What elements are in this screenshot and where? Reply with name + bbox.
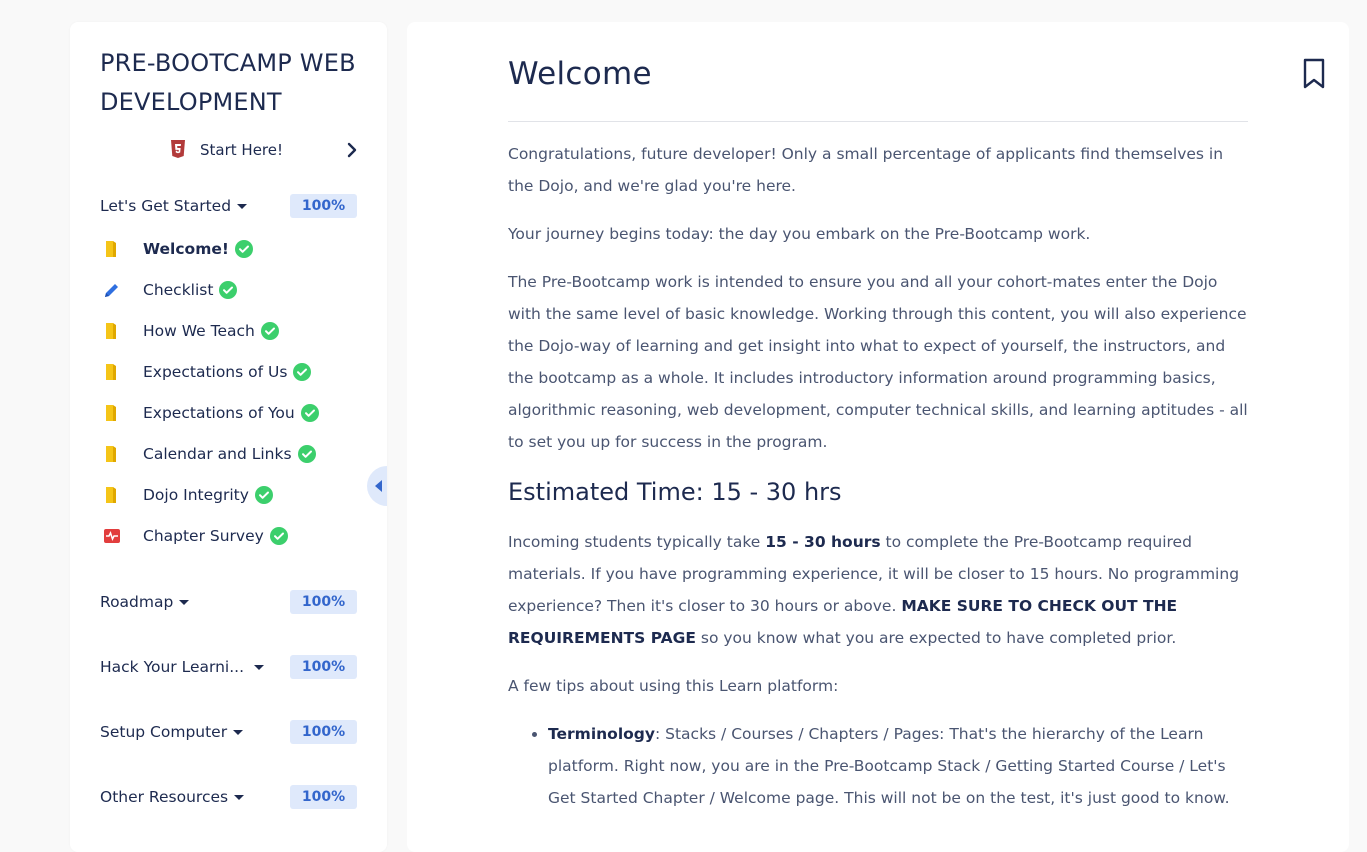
caret-left-icon (375, 480, 382, 492)
page-label: Expectations of Us (143, 363, 288, 381)
check-circle-icon (293, 363, 312, 381)
page-label: Dojo Integrity (143, 486, 249, 504)
survey-icon (103, 527, 120, 545)
page-item-calendar-and-links[interactable]: Calendar and Links (103, 445, 316, 463)
chapter-label: Other Resources (100, 788, 245, 806)
paragraph: Incoming students typically take 15 - 30… (508, 533, 1240, 647)
paragraph: The Pre-Bootcamp work is intended to ens… (508, 273, 1248, 451)
page-item-checklist[interactable]: Checklist (103, 281, 238, 299)
check-circle-icon (219, 281, 238, 299)
book-icon (103, 404, 119, 422)
start-here-link[interactable]: Start Here! (170, 140, 283, 159)
check-circle-icon (254, 486, 273, 504)
caret-down-icon (233, 729, 244, 735)
page-title: Welcome (508, 56, 652, 92)
page-label: Checklist (143, 281, 214, 299)
html5-icon (170, 140, 186, 159)
book-icon (103, 445, 119, 463)
check-circle-icon (300, 404, 319, 422)
chapter-setup-computer[interactable]: Setup Computer 100% (100, 720, 357, 744)
chevron-right-icon[interactable] (342, 139, 362, 161)
progress-badge: 100% (290, 655, 357, 679)
paragraph: Congratulations, future developer! Only … (508, 145, 1224, 195)
page-item-welcome[interactable]: Welcome! (103, 240, 253, 258)
page-item-chapter-survey[interactable]: Chapter Survey (103, 527, 288, 545)
course-title: PRE-BOOTCAMP WEB DEVELOPMENT (100, 49, 356, 116)
book-icon (103, 363, 119, 381)
book-icon (103, 240, 119, 258)
article-body: Congratulations, future developer! Only … (508, 138, 1248, 814)
chapter-roadmap[interactable]: Roadmap 100% (100, 590, 357, 614)
page-item-dojo-integrity[interactable]: Dojo Integrity (103, 486, 273, 504)
caret-down-icon (237, 203, 248, 209)
page-label: Calendar and Links (143, 445, 292, 463)
check-circle-icon (269, 527, 288, 545)
page-item-how-we-teach[interactable]: How We Teach (103, 322, 279, 340)
progress-badge: 100% (290, 590, 357, 614)
course-sidebar: PRE-BOOTCAMP WEB DEVELOPMENT Start Here!… (70, 22, 387, 852)
book-icon (103, 322, 119, 340)
caret-down-icon (234, 794, 245, 800)
paragraph: A few tips about using this Learn platfo… (508, 677, 839, 695)
book-icon (103, 486, 119, 504)
page-label: Chapter Survey (143, 527, 264, 545)
chapter-label: Hack Your Learni... (100, 658, 265, 676)
pencil-icon (103, 281, 119, 299)
list-item: Terminology: Stacks / Courses / Chapters… (548, 718, 1248, 814)
caret-down-icon (179, 599, 190, 605)
title-divider (508, 121, 1248, 122)
chapter-label: Setup Computer (100, 723, 244, 741)
chapter-label: Let's Get Started (100, 197, 248, 215)
main-content: Welcome Congratulations, future develope… (407, 22, 1349, 852)
progress-badge: 100% (290, 720, 357, 744)
progress-badge: 100% (290, 194, 357, 218)
caret-down-icon (254, 664, 265, 670)
chapter-other-resources[interactable]: Other Resources 100% (100, 785, 357, 809)
page-label: Expectations of You (143, 404, 295, 422)
chapter-hack-your-learning[interactable]: Hack Your Learni... 100% (100, 655, 357, 679)
paragraph: Your journey begins today: the day you e… (508, 225, 1091, 243)
start-here-label: Start Here! (200, 140, 283, 159)
page-label: How We Teach (143, 322, 255, 340)
check-circle-icon (234, 240, 253, 258)
chapter-lets-get-started[interactable]: Let's Get Started 100% (100, 194, 357, 218)
page-label: Welcome! (143, 240, 229, 258)
tips-list: Terminology: Stacks / Courses / Chapters… (508, 718, 1248, 814)
progress-badge: 100% (290, 785, 357, 809)
page-item-expectations-of-you[interactable]: Expectations of You (103, 404, 319, 422)
check-circle-icon (297, 445, 316, 463)
chapter-label: Roadmap (100, 593, 190, 611)
page-item-expectations-of-us[interactable]: Expectations of Us (103, 363, 312, 381)
section-heading: Estimated Time: 15 - 30 hrs (508, 478, 842, 506)
check-circle-icon (260, 322, 279, 340)
bookmark-icon[interactable] (1303, 58, 1325, 90)
